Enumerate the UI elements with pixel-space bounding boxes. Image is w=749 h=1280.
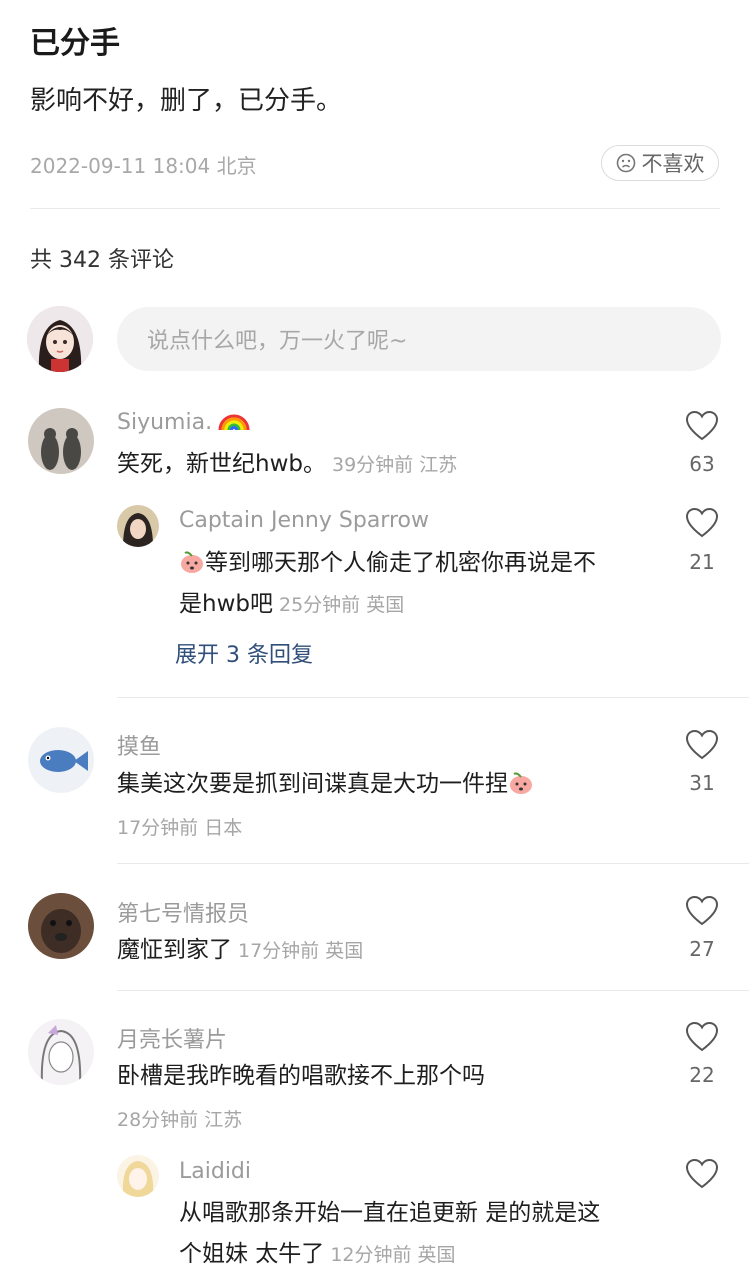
comment-input[interactable]: 说点什么吧，万一火了呢~	[117, 307, 721, 371]
heart-icon[interactable]	[685, 1021, 719, 1053]
sad-face-icon	[616, 153, 635, 173]
dislike-button[interactable]: 不喜欢	[601, 145, 719, 181]
like-count: 21	[689, 550, 715, 574]
comments-count: 共 342 条评论	[30, 248, 174, 273]
divider	[30, 208, 720, 209]
comment-time: 17分钟前 英国	[238, 940, 364, 962]
heart-icon[interactable]	[685, 729, 719, 761]
divider	[117, 990, 749, 991]
comment-username[interactable]: 第七号情报员	[117, 896, 249, 928]
peach-emoji-icon	[181, 551, 203, 573]
comment-time: 12分钟前 英国	[330, 1244, 456, 1266]
comment-text-content: 笑死，新世纪hwb。	[117, 451, 326, 477]
comment-text: 笑死，新世纪hwb。 39分钟前 江苏	[117, 443, 457, 486]
comment-input-placeholder: 说点什么吧，万一火了呢~	[147, 329, 408, 354]
comment-text-line2: 是hwb吧	[179, 591, 273, 617]
like-count: 31	[689, 771, 715, 795]
heart-icon[interactable]	[685, 895, 719, 927]
like-count: 22	[689, 1063, 715, 1087]
comment-username[interactable]: 摸鱼	[117, 729, 161, 761]
avatar[interactable]	[28, 408, 94, 474]
rainbow-emoji-icon	[218, 414, 250, 431]
comment-time: 17分钟前 日本	[117, 817, 243, 839]
comment-text-content: 集美这次要是抓到间谍真是大功一件捏	[117, 771, 508, 797]
avatar[interactable]	[117, 1155, 159, 1197]
comment-username[interactable]: Captain Jenny Sparrow	[179, 508, 429, 533]
heart-icon[interactable]	[685, 1158, 719, 1190]
like-count: 27	[689, 937, 715, 961]
avatar[interactable]	[28, 1019, 94, 1085]
avatar[interactable]	[28, 727, 94, 793]
divider	[117, 863, 749, 864]
comment-text-content: 卧槽是我昨晚看的唱歌接不上那个吗	[117, 1063, 485, 1089]
comment-time: 25分钟前 英国	[279, 594, 405, 616]
comment-text: 从唱歌那条开始一直在追更新 是的就是这	[179, 1192, 600, 1234]
comment-text: 等到哪天那个人偷走了机密你再说是不	[179, 542, 596, 584]
heart-icon[interactable]	[685, 410, 719, 442]
post-meta: 2022-09-11 18:04 北京	[30, 154, 257, 178]
comment-text: 个姐妹 太牛了 12分钟前 英国	[179, 1233, 456, 1276]
expand-replies-link[interactable]: 展开 3 条回复	[175, 637, 313, 669]
comment-text: 是hwb吧 25分钟前 英国	[179, 583, 404, 626]
comment-time: 39分钟前 江苏	[332, 454, 458, 476]
comment-text: 集美这次要是抓到间谍真是大功一件捏	[117, 763, 534, 805]
comment-username[interactable]: 月亮长薯片	[117, 1022, 227, 1054]
my-avatar[interactable]	[27, 306, 93, 372]
post-title: 已分手	[30, 26, 120, 61]
comment-text-content: 魔怔到家了	[117, 937, 232, 963]
avatar[interactable]	[117, 505, 159, 547]
comment-text: 魔怔到家了 17分钟前 英国	[117, 929, 363, 972]
like-count: 63	[689, 452, 715, 476]
comment-username[interactable]: Siyumia.	[117, 408, 251, 435]
comment-time: 28分钟前 江苏	[117, 1109, 243, 1131]
heart-icon[interactable]	[685, 507, 719, 539]
comment-text-line1: 从唱歌那条开始一直在追更新 是的就是这	[179, 1200, 601, 1226]
avatar[interactable]	[28, 893, 94, 959]
comment-username[interactable]: Laididi	[179, 1159, 251, 1184]
comment-text-line1: 等到哪天那个人偷走了机密你再说是不	[205, 550, 596, 576]
comment-username-text: Siyumia.	[117, 410, 213, 435]
comment-text-line2: 个姐妹 太牛了	[179, 1241, 325, 1267]
peach-emoji-icon	[510, 772, 532, 794]
post-content: 影响不好，删了，已分手。	[30, 86, 343, 116]
dislike-label: 不喜欢	[641, 152, 705, 176]
comment-text: 卧槽是我昨晚看的唱歌接不上那个吗	[117, 1055, 485, 1097]
divider	[117, 697, 749, 698]
